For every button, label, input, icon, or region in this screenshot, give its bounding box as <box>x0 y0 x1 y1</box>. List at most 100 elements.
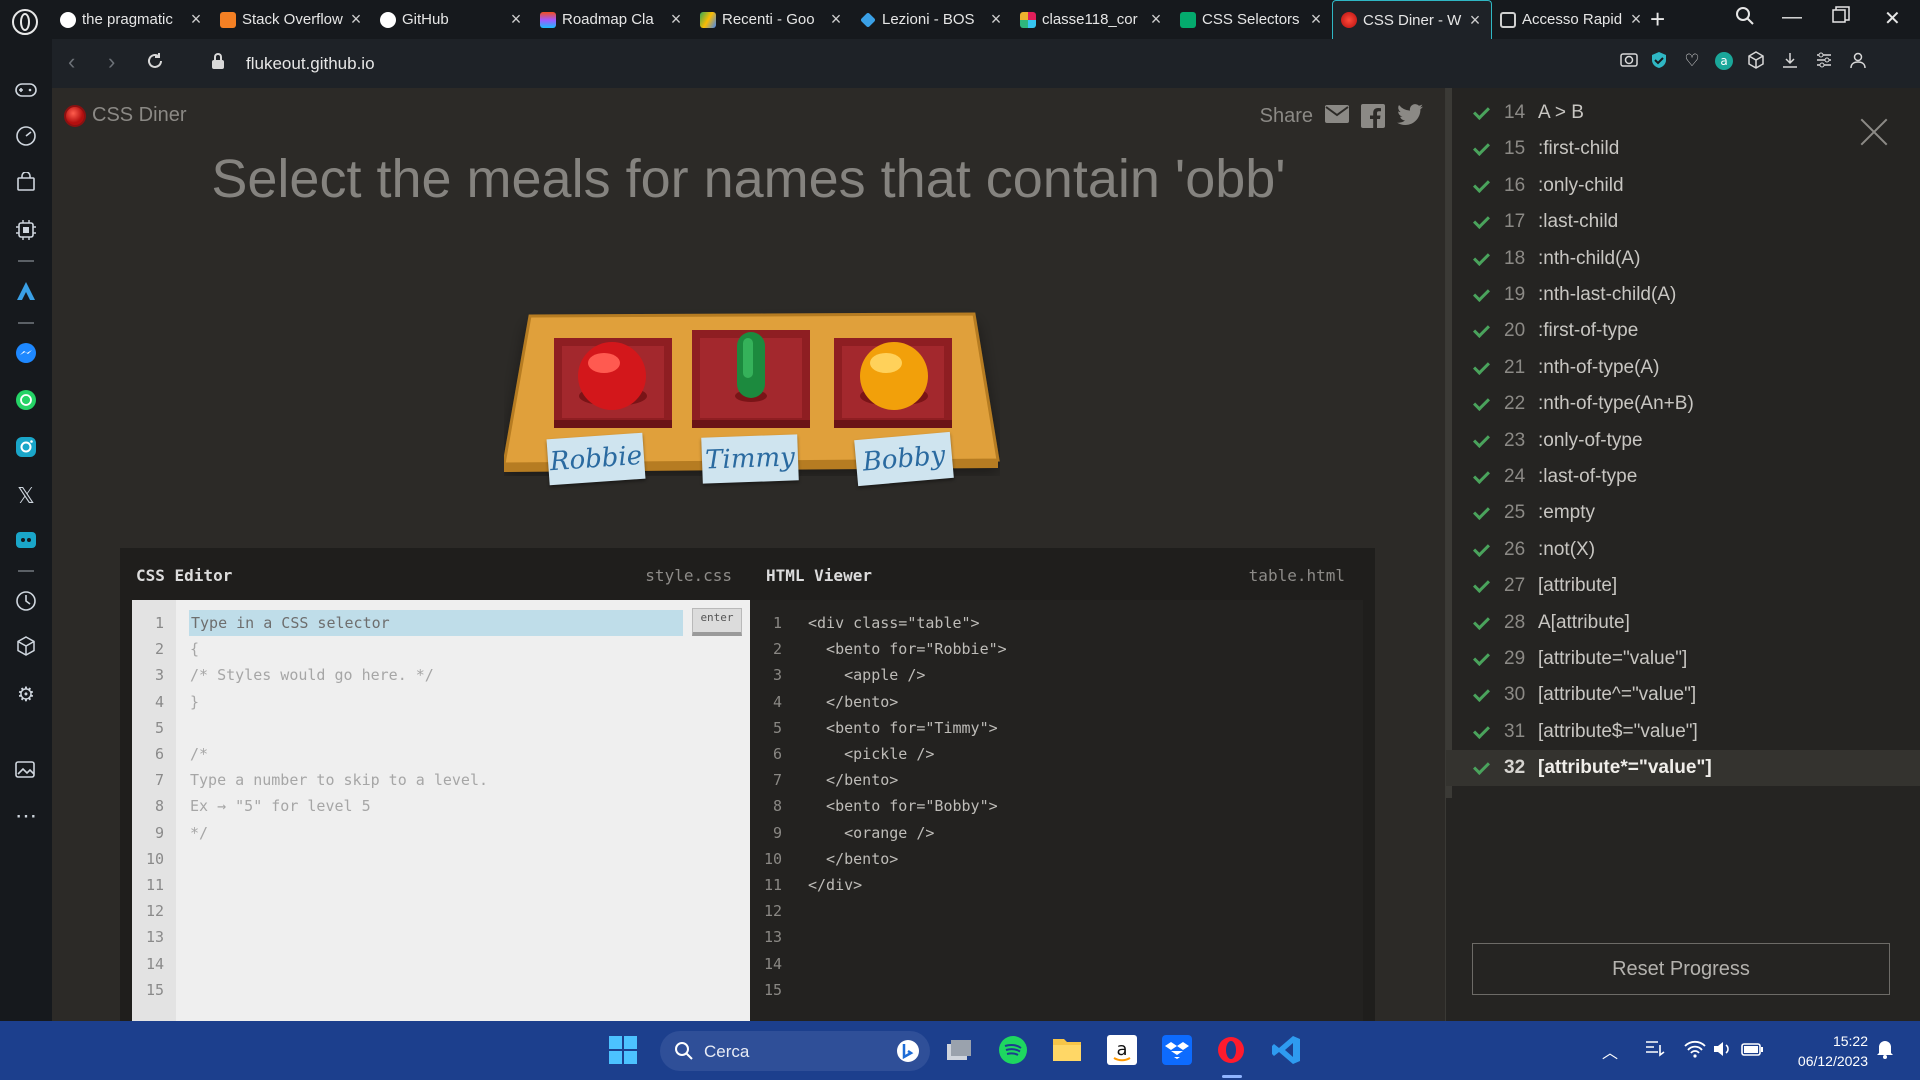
email-icon[interactable] <box>1325 104 1349 128</box>
messenger-icon[interactable] <box>13 342 39 368</box>
more-options-icon[interactable]: ⋯ <box>13 803 39 829</box>
tab-item[interactable]: Stack Overflow × <box>212 0 372 39</box>
input-indicator-icon[interactable] <box>1644 1039 1676 1071</box>
gamepad-icon[interactable] <box>13 79 39 105</box>
css-diner-logo[interactable]: CSS Diner <box>64 104 186 127</box>
easy-setup-icon[interactable] <box>1814 51 1834 71</box>
cube-icon[interactable] <box>13 636 39 662</box>
discord-icon[interactable] <box>13 530 39 556</box>
close-tab-icon[interactable]: × <box>1148 9 1164 30</box>
task-view-icon[interactable] <box>943 1035 975 1067</box>
restore-icon[interactable] <box>1832 6 1850 30</box>
close-tab-icon[interactable]: × <box>1628 9 1644 30</box>
history-clock-icon[interactable] <box>13 590 39 616</box>
close-tab-icon[interactable]: × <box>1308 9 1324 30</box>
level-item-current[interactable]: 32 [attribute*="value"] <box>1446 750 1920 787</box>
ai-chip-icon[interactable] <box>13 219 39 245</box>
level-item[interactable]: 24:last-of-type <box>1472 459 1637 495</box>
level-item[interactable]: 27 [attribute] <box>1472 568 1617 604</box>
level-item[interactable]: 15:first-child <box>1472 131 1619 167</box>
dropbox-icon[interactable] <box>1162 1035 1194 1067</box>
level-item[interactable]: 23:only-of-type <box>1472 423 1643 459</box>
tab-search-icon[interactable] <box>1735 6 1755 32</box>
level-item[interactable]: 28 A[attribute] <box>1472 605 1630 641</box>
tab-item[interactable]: Roadmap Cla × <box>532 0 692 39</box>
amazon-icon[interactable]: a <box>1107 1035 1139 1067</box>
notification-bell-icon[interactable] <box>1876 1039 1908 1071</box>
logo-text: CSS Diner <box>92 104 187 126</box>
tab-item[interactable]: classe118_cor × <box>1012 0 1172 39</box>
css-selector-input[interactable] <box>189 610 683 636</box>
taskbar-search-box[interactable]: Cerca <box>660 1031 930 1071</box>
tab-item[interactable]: Lezioni - BOS × <box>852 0 1012 39</box>
back-icon[interactable]: ‹ <box>68 49 75 75</box>
level-item[interactable]: 20:first-of-type <box>1472 313 1638 349</box>
tab-item[interactable]: the pragmatic × <box>52 0 212 39</box>
close-tab-icon[interactable]: × <box>668 9 684 30</box>
profile-icon[interactable] <box>1848 51 1868 71</box>
tab-item[interactable]: CSS Selectors × <box>1172 0 1332 39</box>
close-tab-icon[interactable]: × <box>1467 10 1483 31</box>
level-item[interactable]: 18:nth-child(A) <box>1472 241 1640 277</box>
spotify-icon[interactable] <box>998 1035 1030 1067</box>
tab-item[interactable]: Recenti - Goo × <box>692 0 852 39</box>
minimize-icon[interactable]: — <box>1782 6 1802 29</box>
level-item[interactable]: 26:not(X) <box>1472 532 1595 568</box>
volume-icon[interactable] <box>1712 1039 1744 1071</box>
level-item[interactable]: 14 A > B <box>1472 95 1584 131</box>
close-tab-icon[interactable]: × <box>508 9 524 30</box>
level-item[interactable]: 30 [attribute^="value"] <box>1472 677 1696 713</box>
vscode-icon[interactable] <box>1271 1035 1303 1067</box>
lock-icon[interactable] <box>212 53 224 69</box>
close-tab-icon[interactable]: × <box>988 9 1004 30</box>
whatsapp-icon[interactable] <box>13 389 39 415</box>
battery-icon[interactable] <box>1741 1039 1773 1071</box>
close-tab-icon[interactable]: × <box>188 9 204 30</box>
tab-item-active[interactable]: CSS Diner - W × <box>1332 0 1492 39</box>
heart-icon[interactable]: ♡ <box>1682 51 1702 71</box>
download-icon[interactable] <box>1780 51 1800 71</box>
facebook-icon[interactable] <box>1361 104 1385 128</box>
reload-icon[interactable] <box>146 50 164 76</box>
url-field[interactable]: flukeout.github.io <box>246 54 375 74</box>
opera-taskbar-icon[interactable] <box>1216 1035 1248 1067</box>
shield-icon[interactable] <box>1649 51 1669 71</box>
level-list-scrollbar[interactable] <box>1446 88 1452 798</box>
system-clock[interactable]: 15:22 06/12/2023 <box>1798 1031 1868 1071</box>
close-window-icon[interactable]: ✕ <box>1884 6 1901 31</box>
level-item[interactable]: 16:only-child <box>1472 168 1624 204</box>
settings-gear-icon[interactable]: ⚙ <box>13 682 39 708</box>
close-tab-icon[interactable]: × <box>828 9 844 30</box>
chevron-up-icon[interactable]: ︿ <box>1602 1039 1622 1062</box>
instagram-icon[interactable] <box>13 436 39 462</box>
close-icon[interactable] <box>1860 118 1888 146</box>
extensions-cube-icon[interactable] <box>1746 51 1766 71</box>
aria-icon[interactable] <box>13 281 39 307</box>
tab-item[interactable]: Accesso Rapid × <box>1492 0 1652 39</box>
level-item[interactable]: 22:nth-of-type(An+B) <box>1472 386 1694 422</box>
level-item[interactable]: 21:nth-of-type(A) <box>1472 350 1659 386</box>
windows-start-icon[interactable] <box>608 1035 640 1067</box>
level-item[interactable]: 19:nth-last-child(A) <box>1472 277 1676 313</box>
level-item[interactable]: 29 [attribute="value"] <box>1472 641 1687 677</box>
shopping-bag-icon[interactable] <box>13 171 39 198</box>
level-item[interactable]: 25:empty <box>1472 495 1595 531</box>
twitter-icon[interactable] <box>1397 104 1423 128</box>
opera-menu-icon[interactable] <box>12 9 38 35</box>
file-explorer-icon[interactable] <box>1052 1035 1084 1067</box>
new-tab-icon[interactable]: + <box>1650 4 1665 35</box>
camera-icon[interactable] <box>1619 51 1639 71</box>
forward-icon[interactable]: › <box>108 49 115 75</box>
x-twitter-icon[interactable]: 𝕏 <box>13 483 39 509</box>
enter-button[interactable]: enter <box>692 608 742 636</box>
gallery-icon[interactable] <box>13 759 39 785</box>
tab-item[interactable]: GitHub × <box>372 0 532 39</box>
account-circle-icon[interactable]: a <box>1714 51 1734 71</box>
level-item[interactable]: 31 [attribute$="value"] <box>1472 714 1698 750</box>
close-tab-icon[interactable]: × <box>348 9 364 30</box>
reset-progress-button[interactable]: Reset Progress <box>1472 943 1890 995</box>
code-line: } <box>190 692 200 711</box>
speedometer-icon[interactable] <box>13 125 39 151</box>
level-label: :empty <box>1538 502 1596 524</box>
level-item[interactable]: 17:last-child <box>1472 204 1618 240</box>
